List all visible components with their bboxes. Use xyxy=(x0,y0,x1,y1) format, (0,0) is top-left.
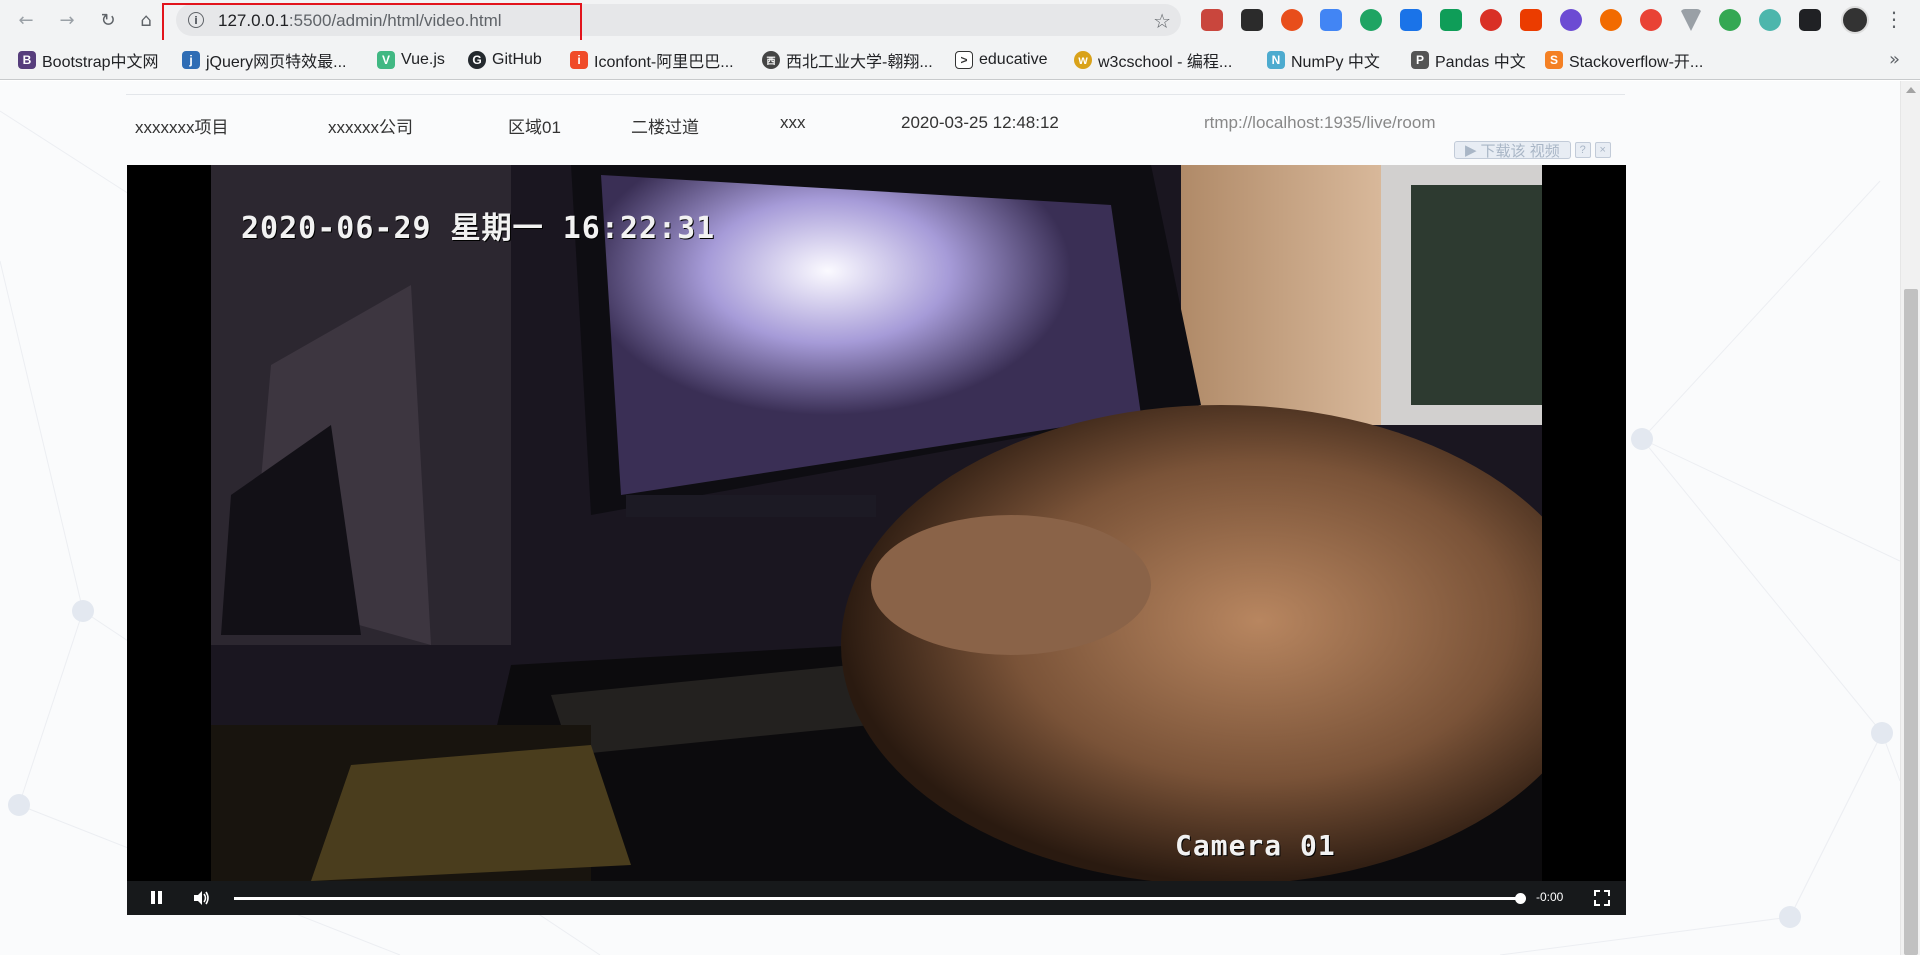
github-icon: G xyxy=(468,51,486,69)
numpy-icon: N xyxy=(1267,51,1285,69)
w3cschool-icon: w xyxy=(1074,51,1092,69)
company-cell: xxxxxx公司 xyxy=(328,118,413,137)
pdf-extension-icon[interactable] xyxy=(1201,9,1223,31)
browser-menu-icon[interactable]: ⋮ xyxy=(1884,8,1904,32)
bookmark-iconfont[interactable]: i Iconfont-阿里巴巴... xyxy=(570,49,734,71)
bird-extension-icon[interactable] xyxy=(1759,9,1781,31)
video-download-bar: ▶ 下载该 视频 ? × xyxy=(1454,139,1630,161)
bookmark-w3cschool[interactable]: w w3cschool - 编程... xyxy=(1074,49,1232,71)
home-icon[interactable]: ⌂ xyxy=(134,8,158,32)
tampermonkey-extension-icon[interactable] xyxy=(1241,9,1263,31)
page-content: xxxxxxx项目 xxxxxx公司 区域01 二楼过道 xxx 2020-03… xyxy=(0,81,1920,955)
datetime-cell: 2020-03-25 12:48:12 xyxy=(901,113,1059,132)
vue-icon: V xyxy=(377,51,395,69)
bookmark-bootstrap[interactable]: B Bootstrap中文网 xyxy=(18,49,159,71)
bookmark-educative[interactable]: > educative xyxy=(955,49,1048,71)
profile-avatar[interactable] xyxy=(1841,6,1869,34)
download-close-button[interactable]: × xyxy=(1594,142,1611,158)
google-drive-icon[interactable] xyxy=(1440,9,1462,31)
location-cell: 二楼过道 xyxy=(631,118,699,137)
video-osd-datetime: 2020-06-29 星期一 16:22:31 xyxy=(241,211,716,246)
stackoverflow-icon: S xyxy=(1545,51,1563,69)
scrollbar-thumb[interactable] xyxy=(1904,289,1918,955)
project-cell: xxxxxxx项目 xyxy=(135,118,229,137)
download-video-button[interactable]: ▶ 下载该 视频 xyxy=(1454,141,1571,160)
video-player[interactable]: 2020-06-29 星期一 16:22:31 Camera 01 -0:00 xyxy=(127,165,1626,915)
forward-icon[interactable]: → xyxy=(55,8,79,32)
video-frame xyxy=(211,165,1542,881)
table-row: xxxxxxx项目 xxxxxx公司 区域01 二楼过道 xxx 2020-03… xyxy=(126,95,1625,149)
page-scrollbar[interactable] xyxy=(1900,81,1920,955)
bookmark-vue[interactable]: V Vue.js xyxy=(377,49,445,71)
nwpu-icon: 西 xyxy=(762,51,780,69)
bookmark-stackoverflow[interactable]: S Stackoverflow-开... xyxy=(1545,49,1703,71)
jquery-icon: j xyxy=(182,51,200,69)
seek-bar-handle[interactable] xyxy=(1515,893,1526,904)
vue-devtools-icon[interactable] xyxy=(1680,9,1702,31)
iconfont-icon: i xyxy=(570,51,588,69)
time-remaining: -0:00 xyxy=(1536,890,1564,904)
back-icon[interactable]: ← xyxy=(14,8,38,32)
fullscreen-icon[interactable] xyxy=(1592,888,1612,908)
educative-icon: > xyxy=(955,51,973,69)
bookmark-jquery[interactable]: j jQuery网页特效最... xyxy=(182,49,346,71)
office-extension-icon[interactable] xyxy=(1520,9,1542,31)
pause-icon[interactable] xyxy=(147,888,167,908)
play-triangle-icon: ▶ xyxy=(1465,142,1477,159)
extensions-puzzle-icon[interactable] xyxy=(1799,9,1821,31)
bookmark-nwpu[interactable]: 西西北工业大学-翱翔... xyxy=(762,49,933,71)
chrome-extension-icon[interactable] xyxy=(1640,9,1662,31)
pandas-icon: P xyxy=(1411,51,1429,69)
sync-extension-icon[interactable] xyxy=(1360,9,1382,31)
firefox-extension-icon[interactable] xyxy=(1600,9,1622,31)
video-controls: -0:00 xyxy=(127,881,1626,915)
bookmarks-overflow-icon[interactable]: » xyxy=(1889,49,1900,70)
google-translate-icon[interactable] xyxy=(1320,9,1342,31)
area-cell: 区域01 xyxy=(508,118,561,137)
scroll-up-icon[interactable] xyxy=(1906,87,1916,93)
stream-url-cell: rtmp://localhost:1935/live/room xyxy=(1204,113,1436,132)
scholar-extension-icon[interactable] xyxy=(1400,9,1422,31)
volume-icon[interactable] xyxy=(191,888,211,908)
bookmarks-bar: B Bootstrap中文网 j jQuery网页特效最... V Vue.js GG… xyxy=(0,40,1920,80)
bookmark-star-icon[interactable]: ☆ xyxy=(1153,9,1171,33)
graph-extension-icon[interactable] xyxy=(1281,9,1303,31)
seek-bar-progress xyxy=(234,897,1520,900)
download-help-button[interactable]: ? xyxy=(1574,142,1591,158)
stripe-extension-icon[interactable] xyxy=(1560,9,1582,31)
bookmark-numpy[interactable]: N NumPy 中文 xyxy=(1267,49,1380,71)
name-cell: xxx xyxy=(780,113,806,132)
seek-bar[interactable] xyxy=(234,893,1526,904)
world-extension-icon[interactable] xyxy=(1719,9,1741,31)
bookmark-github[interactable]: G GitHub xyxy=(468,49,542,71)
bookmark-pandas[interactable]: P Pandas 中文 xyxy=(1411,49,1526,71)
adblock-extension-icon[interactable] xyxy=(1480,9,1502,31)
video-osd-camera-label: Camera 01 xyxy=(1175,829,1336,862)
reload-icon[interactable]: ↻ xyxy=(96,8,120,32)
bootstrap-icon: B xyxy=(18,51,36,69)
